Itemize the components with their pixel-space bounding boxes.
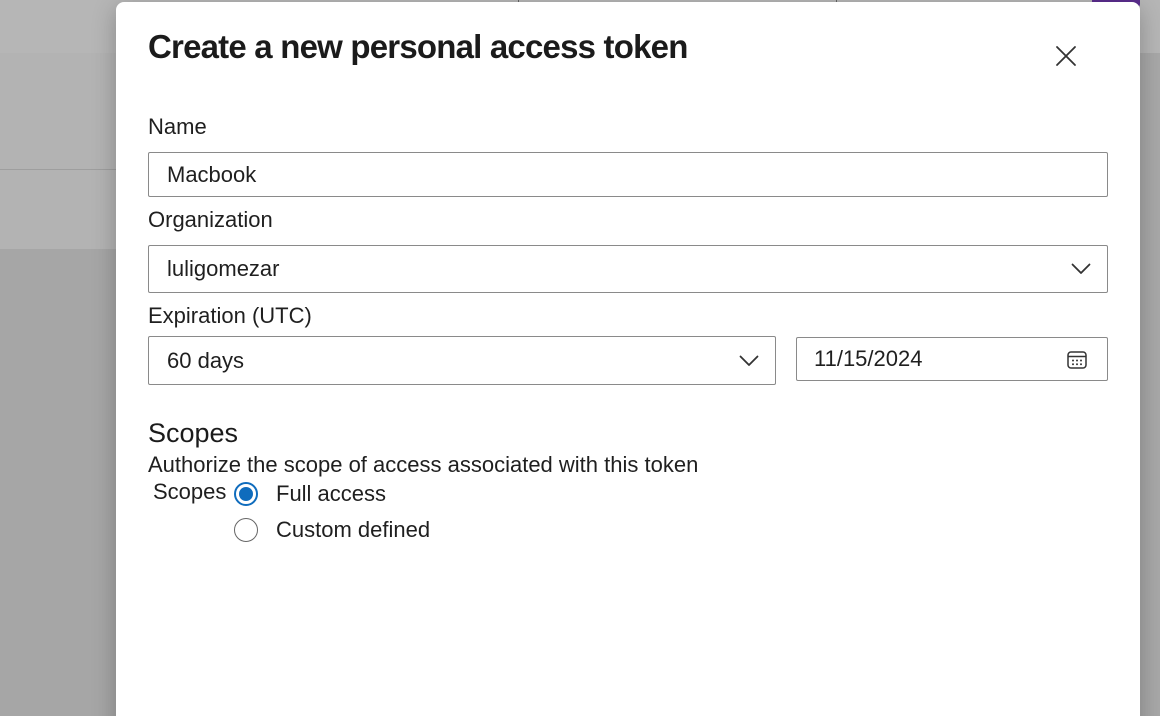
scopes-heading: Scopes [148,418,239,448]
expiration-select[interactable]: 60 days [148,336,776,385]
create-token-dialog: Create a new personal access token Name … [116,2,1140,716]
radio-button-checked[interactable] [234,482,258,506]
expiration-value: 60 days [167,347,245,373]
background-panel [0,53,130,249]
radio-button[interactable] [234,518,258,542]
radio-custom-defined[interactable]: Custom defined [234,515,430,545]
scopes-group-label: Scopes [153,479,227,504]
organization-value: luligomezar [167,256,280,281]
close-icon [1056,46,1076,66]
organization-select[interactable]: luligomezar [148,245,1108,293]
calendar-icon[interactable] [1065,348,1089,372]
radio-label: Custom defined [276,517,431,542]
background-scroll-area [1140,53,1160,716]
scopes-description: Authorize the scope of access associated… [148,452,699,477]
background-divider [0,169,130,170]
chevron-down-icon [739,355,759,366]
dialog-title: Create a new personal access token [148,28,688,65]
expiration-label: Expiration (UTC) [148,303,312,328]
organization-label: Organization [148,207,273,232]
expiration-date-field [796,337,1108,381]
expiration-date-input[interactable] [797,338,1057,380]
radio-full-access[interactable]: Full access [234,479,386,509]
radio-label: Full access [276,481,387,506]
name-input[interactable] [148,152,1108,197]
chevron-down-icon [1071,263,1091,274]
name-label: Name [148,114,207,139]
close-button[interactable] [1048,38,1084,74]
